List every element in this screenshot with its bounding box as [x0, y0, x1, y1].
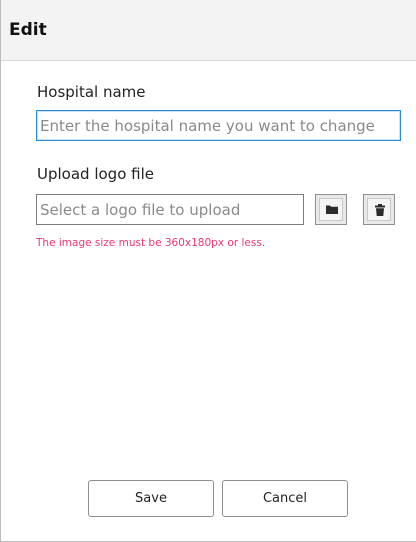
cancel-button[interactable]: Cancel — [222, 480, 348, 517]
logo-size-hint: The image size must be 360x180px or less… — [36, 237, 266, 249]
edit-dialog: Edit Hospital name Upload logo file The … — [0, 0, 416, 542]
delete-button-face — [367, 198, 391, 221]
trash-icon — [375, 204, 385, 216]
logo-file-input[interactable] — [36, 194, 304, 225]
folder-icon — [326, 205, 338, 214]
dialog-title-bar: Edit — [1, 0, 416, 61]
dialog-title: Edit — [9, 20, 47, 40]
hospital-name-label: Hospital name — [37, 83, 146, 101]
logo-file-label: Upload logo file — [37, 165, 154, 183]
browse-logo-button[interactable] — [315, 194, 347, 225]
delete-logo-button[interactable] — [363, 194, 395, 225]
browse-button-face — [319, 198, 343, 221]
save-button[interactable]: Save — [88, 480, 214, 517]
hospital-name-input[interactable] — [36, 110, 401, 141]
